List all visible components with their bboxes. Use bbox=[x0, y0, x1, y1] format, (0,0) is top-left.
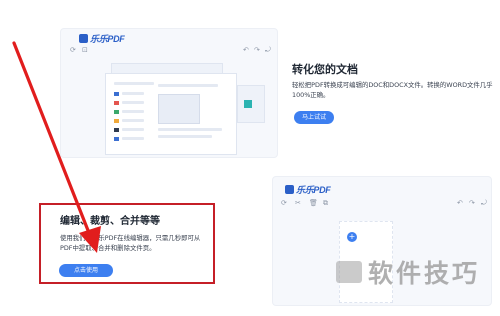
add-page-button[interactable]: + bbox=[347, 232, 357, 242]
rotate-icon[interactable]: ⤾ bbox=[481, 199, 487, 208]
redo-icon[interactable]: ↷ bbox=[469, 199, 475, 207]
edit-description: 使用我们的乐乐PDF在线编辑器，只需几秒即可从PDF中提取、合并和删除文件页。 bbox=[60, 234, 201, 252]
convert-description: 轻松把PDF转换成可编辑的DOC和DOCX文件。转换的WORD文件几乎100%正… bbox=[292, 81, 493, 99]
lelepdf-logo-2: 乐乐PDF bbox=[285, 183, 331, 196]
editor-preview-top: 乐乐PDF ⟳ ⊡ ↶ ↷ ⤾ bbox=[60, 28, 278, 158]
try-now-button[interactable]: 马上试试 bbox=[294, 111, 334, 124]
lelepdf-logo: 乐乐PDF bbox=[79, 32, 125, 45]
watermark-text: 软件技巧 bbox=[368, 259, 481, 288]
click-to-use-button[interactable]: 点击使用 bbox=[59, 264, 113, 277]
copy-icon[interactable]: ⧉ bbox=[323, 199, 328, 208]
redo-icon[interactable]: ↷ bbox=[254, 46, 260, 54]
side-panel bbox=[237, 85, 265, 123]
refresh-icon[interactable]: ⟳ bbox=[281, 199, 287, 207]
watermark-logo bbox=[336, 261, 362, 283]
convert-title: 转化您的文档 bbox=[292, 63, 358, 76]
rotate-icon[interactable]: ⤾ bbox=[265, 46, 271, 55]
crop-icon[interactable]: ✂ bbox=[295, 199, 301, 207]
refresh-icon[interactable]: ⟳ bbox=[70, 46, 76, 54]
fit-icon[interactable]: ⊡ bbox=[82, 46, 88, 54]
edit-title: 编辑、裁剪、合并等等 bbox=[60, 216, 160, 227]
delete-icon[interactable]: 🗑 bbox=[309, 199, 318, 207]
undo-icon[interactable]: ↶ bbox=[243, 46, 249, 54]
undo-icon[interactable]: ↶ bbox=[457, 199, 463, 207]
document-page bbox=[105, 73, 237, 155]
watermark: 软件技巧 bbox=[336, 254, 480, 290]
